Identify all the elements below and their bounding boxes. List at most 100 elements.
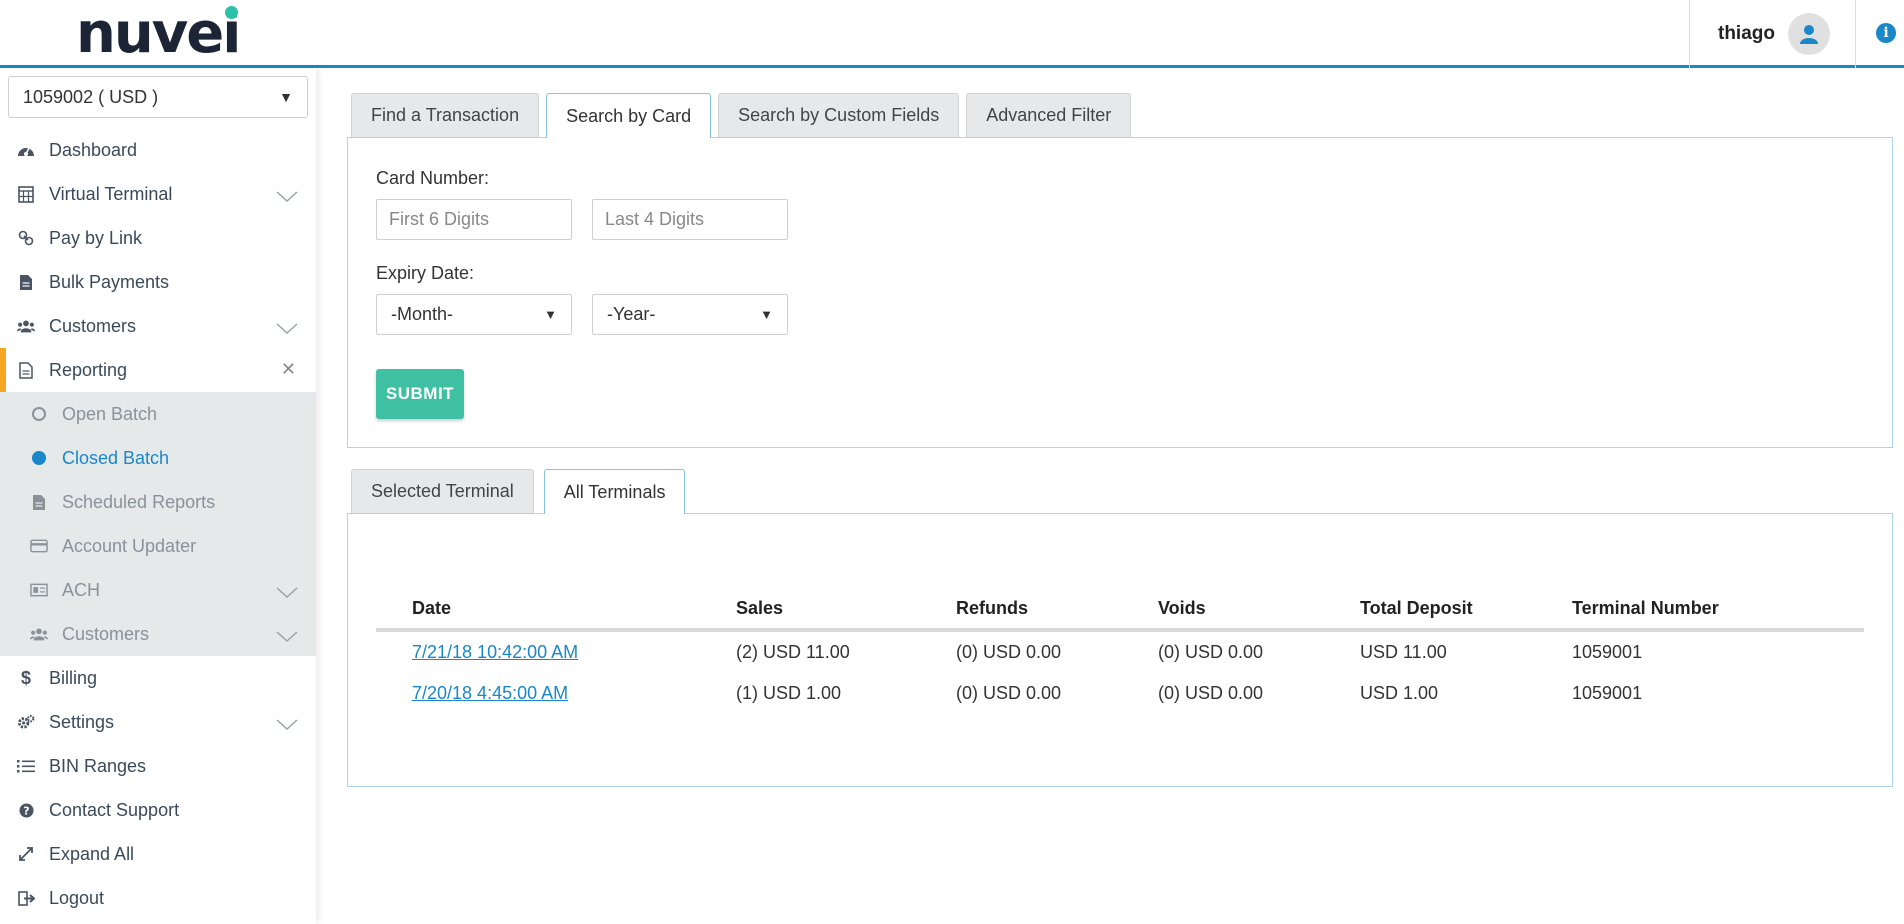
sidebar-item-closed-batch[interactable]: Closed Batch (0, 436, 316, 480)
sidebar-item-label: Dashboard (49, 139, 138, 160)
table-cell-total-deposit: USD 1.00 (1360, 682, 1439, 703)
search-by-card-panel (347, 137, 1893, 448)
sidebar-item-label: ACH (62, 579, 101, 600)
sidebar-item-label: Contact Support (49, 799, 180, 820)
close-icon[interactable]: ✕ (281, 359, 296, 380)
table-header-spacer (376, 588, 412, 632)
top-header: nuvei thiago i (0, 0, 1904, 68)
sidebar-item-label: BIN Ranges (49, 755, 147, 776)
logo-dot (225, 6, 238, 19)
expiry-date-label: Expiry Date: (376, 263, 475, 283)
sidebar-item-bin-ranges[interactable]: BIN Ranges (0, 744, 316, 788)
sidebar-item-ach[interactable]: ACH (0, 568, 316, 612)
sidebar-item-billing[interactable]: $ Billing (0, 656, 316, 700)
chevron-down-icon[interactable] (276, 627, 298, 648)
list-icon (17, 757, 35, 775)
table-cell-refunds: (0) USD 0.00 (956, 641, 1062, 662)
chevron-down-icon[interactable] (276, 715, 298, 736)
year-select-value: -Year- (607, 304, 656, 324)
sidebar-item-label: Logout (49, 887, 105, 908)
first-6-digits-input[interactable] (376, 199, 572, 240)
submit-button[interactable]: SUBMIT (376, 369, 464, 419)
sidebar-item-virtual-terminal[interactable]: Virtual Terminal (0, 172, 316, 216)
tab-find-transaction[interactable]: Find a Transaction (351, 93, 540, 137)
sidebar-item-reporting[interactable]: Reporting ✕ (0, 348, 316, 392)
account-select[interactable]: 1059002 ( USD ) ▼ (8, 76, 308, 118)
dollar-icon: $ (20, 667, 31, 688)
sidebar-item-scheduled-reports[interactable]: Scheduled Reports (0, 480, 316, 524)
file-icon (30, 493, 48, 511)
batch-date-link[interactable]: 7/20/18 4:45:00 AM (412, 683, 568, 703)
sidebar-item-dashboard[interactable]: Dashboard (0, 128, 316, 172)
chevron-down-icon[interactable] (276, 319, 298, 340)
chevron-down-icon: ▼ (760, 307, 773, 322)
nuvei-logo[interactable]: nuvei (76, 6, 241, 62)
question-icon: ? (17, 801, 35, 819)
batch-date-link[interactable]: 7/21/18 10:42:00 AM (412, 642, 578, 662)
calculator-icon (17, 185, 35, 203)
column-header-terminal-number[interactable]: Terminal Number (1572, 588, 1864, 632)
table-row: 7/21/18 10:42:00 AM (2) USD 11.00 (0) US… (376, 630, 1864, 672)
report-icon (17, 361, 35, 379)
column-header-voids[interactable]: Voids (1158, 588, 1360, 632)
sidebar-item-bulk-payments[interactable]: Bulk Payments (0, 260, 316, 304)
users-icon (30, 625, 48, 643)
info-icon[interactable]: i (1876, 23, 1896, 43)
table-cell-total-deposit: USD 11.00 (1360, 641, 1447, 662)
year-select[interactable]: -Year- ▼ (592, 294, 788, 335)
column-header-date[interactable]: Date (412, 588, 736, 632)
sidebar-item-settings[interactable]: Settings (0, 700, 316, 744)
sidebar-item-label: Billing (49, 667, 98, 688)
user-name: thiago (1718, 23, 1775, 44)
sidebar-item-label: Expand All (49, 843, 135, 864)
users-icon (17, 317, 35, 335)
sidebar-item-pay-by-link[interactable]: Pay by Link (0, 216, 316, 260)
table-cell-spacer (376, 672, 412, 714)
sidebar-item-contact-support[interactable]: ? Contact Support (0, 788, 316, 832)
sidebar-item-label: Customers (62, 623, 150, 644)
chevron-down-icon[interactable] (276, 187, 298, 208)
tab-search-by-card[interactable]: Search by Card (546, 93, 712, 138)
chevron-down-icon[interactable] (276, 583, 298, 604)
tab-advanced-filter[interactable]: Advanced Filter (966, 93, 1132, 137)
reporting-submenu: Open Batch Closed Batch Scheduled Report… (0, 392, 316, 656)
table-cell-refunds: (0) USD 0.00 (956, 682, 1062, 703)
table-cell-date: 7/21/18 10:42:00 AM (412, 630, 736, 672)
sidebar-item-label: Scheduled Reports (62, 491, 216, 512)
sidebar-item-open-batch[interactable]: Open Batch (0, 392, 316, 436)
sidebar-item-expand-all[interactable]: Expand All (0, 832, 316, 876)
sidebar-item-label: Virtual Terminal (49, 183, 173, 204)
sidebar-item-customers[interactable]: Customers (0, 304, 316, 348)
chevron-down-icon: ▼ (544, 307, 557, 322)
tab-search-by-custom-fields[interactable]: Search by Custom Fields (718, 93, 960, 137)
table-cell-sales: (1) USD 1.00 (736, 682, 842, 703)
sidebar-item-label: Closed Batch (62, 447, 170, 468)
table-cell-terminal: 1059001 (1572, 682, 1643, 703)
credit-card-icon (30, 537, 48, 555)
logout-icon (17, 889, 35, 907)
last-4-digits-input[interactable] (592, 199, 788, 240)
sidebar-item-logout[interactable]: Logout (0, 876, 316, 920)
user-icon[interactable] (1788, 13, 1830, 55)
radio-empty-icon (30, 405, 48, 423)
dashboard-icon (17, 141, 35, 159)
sidebar-item-account-updater[interactable]: Account Updater (0, 524, 316, 568)
logo-text: nuvei (76, 1, 241, 66)
table-cell-sales: (2) USD 11.00 (736, 641, 850, 662)
tab-all-terminals[interactable]: All Terminals (543, 469, 686, 514)
table-cell-terminal: 1059001 (1572, 641, 1643, 662)
sidebar-item-label: Settings (49, 711, 115, 732)
month-select[interactable]: -Month- ▼ (376, 294, 572, 335)
sidebar-item-label: Account Updater (62, 535, 197, 556)
terminal-tabs: Selected Terminal All Terminals (351, 469, 692, 514)
user-menu[interactable]: thiago (1689, 0, 1856, 68)
sidebar-item-sub-customers[interactable]: Customers (0, 612, 316, 656)
expand-icon (17, 845, 35, 863)
tab-selected-terminal[interactable]: Selected Terminal (351, 469, 534, 513)
sidebar-item-label: Customers (49, 315, 137, 336)
sidebar-item-label: Open Batch (62, 403, 158, 424)
column-header-sales[interactable]: Sales (736, 588, 956, 632)
column-header-refunds[interactable]: Refunds (956, 588, 1158, 632)
column-header-total-deposit[interactable]: Total Deposit (1360, 588, 1572, 632)
table-cell-voids: (0) USD 0.00 (1158, 641, 1264, 662)
